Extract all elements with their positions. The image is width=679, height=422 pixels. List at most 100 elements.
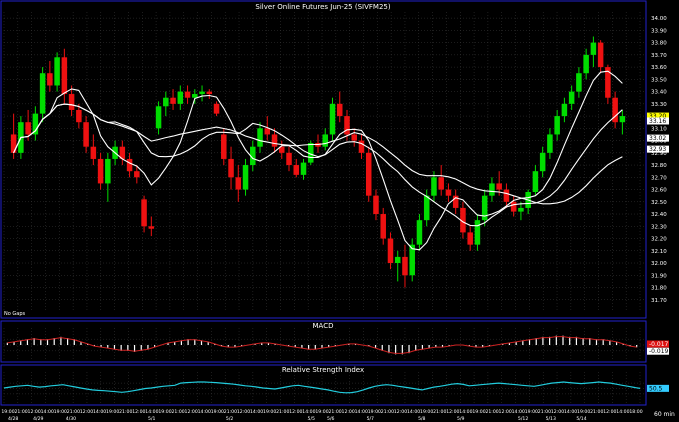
candle-body [221, 134, 227, 159]
candle-body [271, 134, 278, 147]
date-tick-label: 5/14 [576, 416, 586, 422]
price-tick-label: 32.60 [651, 188, 667, 194]
candle-body [242, 165, 249, 190]
candle-body [170, 97, 176, 104]
date-tick-label: 4/28 [8, 416, 18, 422]
price-tick-label: 32.70 [651, 175, 667, 181]
price-tags: 33.2033.1633.0232.93 [647, 112, 669, 153]
price-tag: 32.93 [649, 146, 666, 153]
price-tick-label: 32.30 [651, 224, 667, 230]
price-tick-label: 31.80 [651, 286, 667, 292]
time-tick-label: 12:00 [132, 409, 145, 415]
date-tick-label: 5/12 [518, 416, 528, 422]
candle-body [184, 91, 191, 98]
price-tick-label: 33.90 [651, 28, 667, 34]
candle-body [206, 91, 213, 95]
date-tick-label: 5/7 [367, 416, 374, 422]
candle-body [503, 189, 510, 202]
time-tick-label: 19:00 [106, 409, 119, 415]
date-tick-label: 4/29 [33, 416, 43, 422]
candle-body [402, 256, 408, 276]
chart-window: 34.00 33.90 33.80 33.70 33.60 33.50 33.40 33.30… [0, 0, 679, 422]
time-tick-label: 14:00 [407, 409, 420, 415]
price-tick-label: 33.70 [651, 53, 667, 59]
price-tick-label: 32.40 [651, 212, 667, 218]
time-tick-label: 21:00 [224, 409, 237, 415]
candle-body [68, 94, 75, 110]
candle-body [561, 103, 568, 117]
candle-body [76, 109, 82, 123]
candle-body [554, 116, 560, 135]
candle-body [539, 152, 546, 172]
candle-body [54, 57, 60, 86]
time-tick-label: 14:00 [459, 409, 472, 415]
moving-average-lines [13, 70, 623, 251]
interval-label: 60 min [654, 411, 675, 418]
candle-body [351, 134, 357, 141]
price-tick-label: 31.90 [651, 273, 667, 279]
time-tick-label: 19:00 [577, 409, 590, 415]
time-tick-label: 14:00 [198, 409, 211, 415]
moving-average-line [13, 103, 623, 227]
time-tick-label: 19:00 [472, 409, 485, 415]
candle-body [10, 134, 17, 153]
time-tick-label: 19:00 [54, 409, 67, 415]
price-axis: 34.00 33.90 33.80 33.70 33.60 33.50 33.40 33.30… [651, 16, 667, 304]
candle-body [199, 91, 205, 95]
candle-body [423, 195, 430, 221]
time-tick-label: 21:00 [14, 409, 27, 415]
date-tick-label: 5/5 [308, 416, 315, 422]
candle-body [416, 220, 423, 245]
time-tick-label: 14:00 [93, 409, 106, 415]
time-tick-label: 19:00 [420, 409, 433, 415]
price-tick-label: 33.60 [651, 65, 667, 71]
time-tick-label: 19:00 [158, 409, 171, 415]
candle-body [576, 73, 582, 92]
candle-body [438, 177, 444, 190]
chart-canvas: 34.00 33.90 33.80 33.70 33.60 33.50 33.40 33.30… [0, 0, 675, 422]
time-tick-label: 21:00 [328, 409, 341, 415]
candle-body [155, 106, 162, 129]
candle-body [394, 256, 401, 264]
date-tick-label: 5/2 [226, 416, 233, 422]
time-tick-label: 14:00 [512, 409, 525, 415]
rsi-tags: 50.5 [647, 384, 669, 392]
candle-body [489, 183, 495, 196]
candle-body [510, 201, 517, 212]
candle-body [568, 91, 575, 104]
price-tick-label: 33.80 [651, 41, 667, 47]
chart-title: Silver Online Futures Jun-25 (SIVFM25) [255, 3, 390, 11]
candle-body [373, 195, 379, 215]
date-tick-label: 5/13 [546, 416, 556, 422]
rsi-title: Relative Strength Index [282, 366, 364, 374]
candle-body [322, 134, 329, 147]
candle-body [590, 42, 597, 55]
time-tick-label: 19:00 [263, 409, 276, 415]
macd-gridlines [3, 328, 644, 361]
time-tick-label: 12:00 [446, 409, 459, 415]
candle-body [293, 165, 300, 175]
macd-title: MACD [313, 322, 334, 330]
candle-body [177, 91, 184, 104]
candle-body [257, 128, 263, 147]
candle-body [264, 128, 271, 135]
date-tick-label: 5/6 [327, 416, 334, 422]
candle-body [496, 183, 502, 190]
time-tick-label: 19:00 [1, 409, 14, 415]
price-panel-border [0, 0, 647, 319]
candle-body [163, 97, 169, 107]
candle-body [336, 103, 343, 117]
candle-body [344, 116, 350, 135]
date-tick-label: 5/9 [457, 416, 464, 422]
time-tick-label: 14:00 [250, 409, 263, 415]
date-tick-label: 4/30 [66, 416, 76, 422]
time-tick-label: 14:00 [145, 409, 158, 415]
candle-body [387, 238, 394, 264]
candle-body [25, 122, 31, 135]
time-tick-label: 14:00 [564, 409, 577, 415]
time-tick-label: 21:00 [67, 409, 80, 415]
candle-body [83, 122, 89, 147]
candle-body [380, 214, 386, 239]
candle-body [474, 220, 481, 245]
price-tick-label: 32.10 [651, 249, 667, 255]
